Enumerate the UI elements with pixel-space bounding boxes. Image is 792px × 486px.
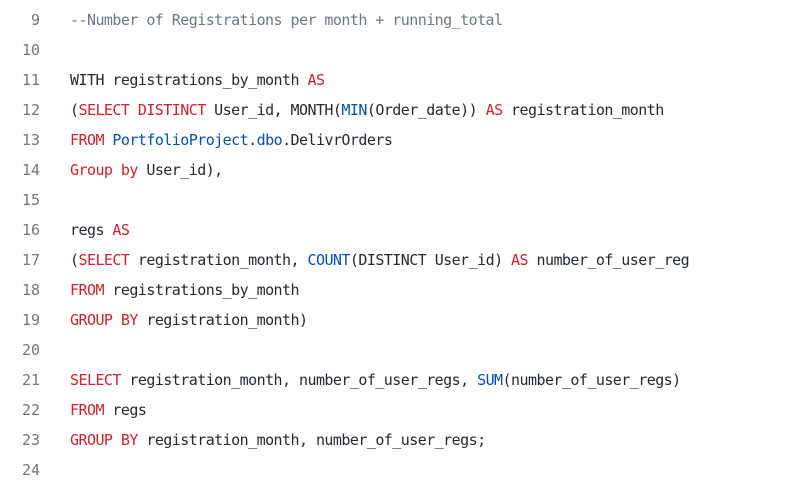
code-token: registration_month, number_of_user_regs;	[137, 431, 486, 449]
line-number: 19	[21, 311, 40, 329]
line-code: WITH registrations_by_month AS	[70, 65, 325, 95]
line-code: (SELECT registration_month, COUNT(DISTIN…	[70, 245, 690, 275]
line-number: 21	[21, 371, 40, 389]
code-token: registrations_by_month	[103, 281, 299, 299]
code-view[interactable]: 9 --Number of Registrations per month + r…	[0, 5, 792, 485]
code-token: registration_month, number_of_user_regs,	[120, 371, 478, 389]
code-line: 19 GROUP BY registration_month)	[0, 305, 792, 335]
line-code: GROUP BY registration_month, number_of_u…	[70, 425, 486, 455]
code-line: 24	[0, 455, 792, 485]
code-token: SUM	[477, 371, 503, 389]
code-line: 22 FROM regs	[0, 395, 792, 425]
code-token: SELECT	[70, 371, 121, 389]
line-number: 10	[21, 41, 40, 59]
line-number: 16	[21, 221, 40, 239]
code-token: GROUP BY	[70, 431, 138, 449]
line-code: regs AS	[70, 215, 130, 245]
code-token: SELECT	[78, 251, 130, 269]
line-code: Group by User_id),	[70, 155, 223, 185]
code-line: 20	[0, 335, 792, 365]
line-number: 15	[21, 191, 40, 209]
line-number: 14	[21, 161, 40, 179]
line-number: 18	[21, 281, 40, 299]
code-token: .DelivrOrders	[282, 131, 393, 149]
code-token: AS	[112, 221, 130, 239]
code-token: FROM	[70, 281, 104, 299]
line-number: 17	[21, 251, 40, 269]
code-token: MIN	[341, 101, 367, 119]
code-line: 18 FROM registrations_by_month	[0, 275, 792, 305]
code-line: 11 WITH registrations_by_month AS	[0, 65, 792, 95]
code-token: (number_of_user_regs)	[502, 371, 682, 389]
code-token: AS	[485, 101, 504, 119]
code-token: .	[248, 131, 257, 149]
code-token: PortfolioProject	[112, 131, 249, 149]
line-code: SELECT registration_month, number_of_use…	[70, 365, 681, 395]
code-token: COUNT	[307, 251, 350, 269]
code-token: Group by	[70, 161, 138, 179]
code-line: 10	[0, 35, 792, 65]
code-token: regs	[103, 401, 147, 419]
code-token: registration_month)	[137, 311, 308, 329]
code-line: 16 regs AS	[0, 215, 792, 245]
code-line: 12 (SELECT DISTINCT User_id, MONTH(MIN(Or…	[0, 95, 792, 125]
code-line: 17 (SELECT registration_month, COUNT(DIST…	[0, 245, 792, 275]
code-line: 23 GROUP BY registration_month, number_of…	[0, 425, 792, 455]
line-number: 12	[21, 101, 40, 119]
line-code: GROUP BY registration_month)	[70, 305, 308, 335]
code-token: AS	[511, 251, 529, 269]
code-token: User_id, MONTH(	[205, 101, 342, 119]
line-code: FROM regs	[70, 395, 147, 425]
code-token: FROM	[70, 401, 104, 419]
code-line: 21 SELECT registration_month, number_of_u…	[0, 365, 792, 395]
code-token: registration_month,	[129, 251, 308, 269]
line-number: 11	[21, 71, 40, 89]
code-line: 14 Group by User_id),	[0, 155, 792, 185]
line-number: 13	[21, 131, 40, 149]
code-token: dbo	[256, 131, 283, 149]
line-code: (SELECT DISTINCT User_id, MONTH(MIN(Orde…	[70, 95, 664, 125]
line-number: 20	[21, 341, 40, 359]
code-token: User_id),	[137, 161, 223, 179]
code-token: AS	[307, 71, 325, 89]
code-token: WITH registrations_by_month	[70, 71, 308, 89]
code-token: SELECT DISTINCT	[78, 101, 206, 119]
code-token: --Number of Registrations per month + ru…	[70, 11, 503, 29]
code-line: 13 FROM PortfolioProject.dbo.DelivrOrders	[0, 125, 792, 155]
line-number: 22	[21, 401, 40, 419]
line-number: 9	[30, 11, 40, 29]
code-token: FROM	[70, 131, 104, 149]
line-number: 24	[21, 461, 40, 479]
code-token: (Order_date))	[366, 101, 486, 119]
line-code: FROM registrations_by_month	[70, 275, 300, 305]
code-token: GROUP BY	[70, 311, 138, 329]
code-line: 15	[0, 185, 792, 215]
code-token: regs	[70, 221, 113, 239]
code-line: 9 --Number of Registrations per month + r…	[0, 5, 792, 35]
code-token: number_of_user_reg	[528, 251, 690, 269]
line-code: FROM PortfolioProject.dbo.DelivrOrders	[70, 125, 393, 155]
line-code: --Number of Registrations per month + ru…	[70, 5, 503, 35]
line-number: 23	[21, 431, 40, 449]
code-token: registration_month	[502, 101, 664, 119]
code-token: (DISTINCT User_id)	[349, 251, 512, 269]
